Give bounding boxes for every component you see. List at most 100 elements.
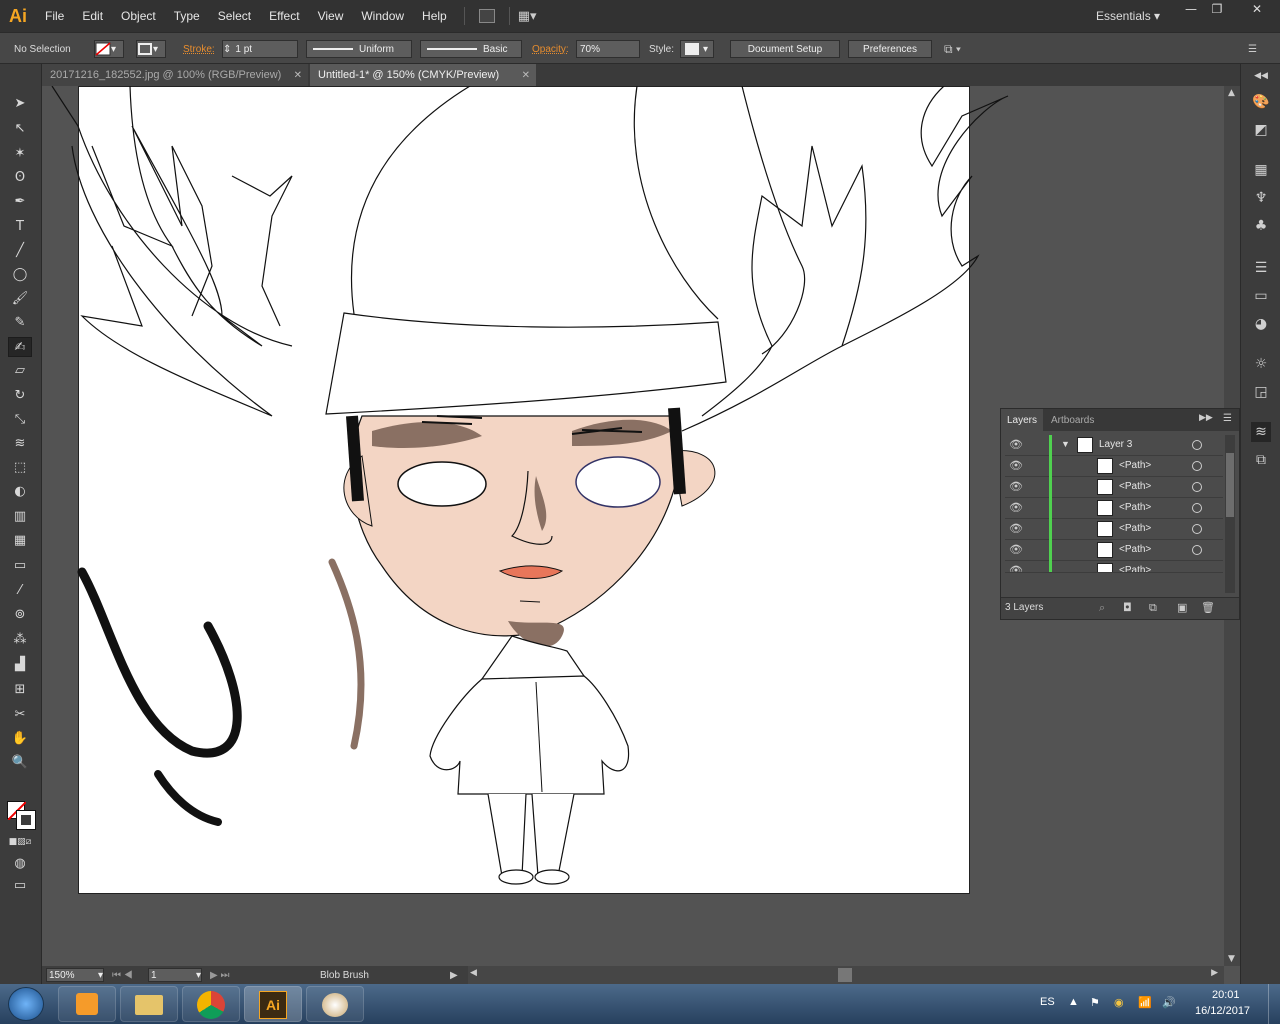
menu-type[interactable]: Type: [165, 9, 209, 23]
gradient-tool-icon[interactable]: ▭: [8, 556, 32, 576]
create-sublayer-icon[interactable]: ⧉: [1149, 601, 1157, 615]
tray-expand-icon[interactable]: ▲: [1068, 996, 1079, 1008]
scale-tool-icon[interactable]: ⤡: [8, 410, 32, 430]
brushes-icon[interactable]: ♆: [1251, 188, 1271, 208]
menu-effect[interactable]: Effect: [260, 9, 308, 23]
menu-file[interactable]: File: [36, 9, 73, 23]
brush-definition[interactable]: Basic: [420, 40, 522, 58]
locate-object-icon[interactable]: ⌕: [1099, 601, 1105, 615]
tray-volume-icon[interactable]: 🔊: [1162, 996, 1176, 1009]
horizontal-scrollbar[interactable]: ◀ ▶: [468, 966, 1224, 984]
blob-brush-tool-icon[interactable]: ✍: [8, 337, 32, 357]
perspective-grid-tool-icon[interactable]: ▥: [8, 507, 32, 527]
disclosure-triangle-icon[interactable]: ▼: [1061, 439, 1070, 449]
target-circle-icon[interactable]: [1192, 440, 1202, 450]
swatches-icon[interactable]: ▦: [1251, 160, 1271, 180]
rotate-tool-icon[interactable]: ↻: [8, 386, 32, 406]
symbol-sprayer-tool-icon[interactable]: ⁂: [8, 630, 32, 650]
eraser-tool-icon[interactable]: ▱: [8, 361, 32, 381]
line-tool-icon[interactable]: ╱: [8, 241, 32, 261]
document-setup-button[interactable]: Document Setup: [730, 40, 840, 58]
path-name[interactable]: <Path>: [1119, 460, 1151, 471]
path-name[interactable]: <Path>: [1119, 523, 1151, 534]
graphic-styles-icon[interactable]: ◲: [1251, 382, 1271, 402]
menu-select[interactable]: Select: [209, 9, 260, 23]
path-row[interactable]: 👁 <Path>: [1005, 456, 1223, 477]
create-new-layer-icon[interactable]: ▣: [1177, 601, 1187, 614]
stroke-swatch[interactable]: ▾: [136, 40, 166, 58]
path-row[interactable]: 👁 <Path>: [1005, 561, 1223, 573]
taskbar-illustrator-icon[interactable]: Ai: [244, 986, 302, 1022]
pen-tool-icon[interactable]: ✒: [8, 192, 32, 212]
clock-time[interactable]: 20:01: [1212, 989, 1240, 1001]
taskbar-paint-icon[interactable]: [306, 986, 364, 1022]
visibility-eye-icon[interactable]: 👁: [1007, 459, 1025, 473]
target-circle-icon[interactable]: [1192, 524, 1202, 534]
shape-builder-tool-icon[interactable]: ◐: [8, 482, 32, 502]
artboard-nav-prev-icon[interactable]: ⏮ ◀: [112, 968, 133, 982]
close-tab-icon[interactable]: ✕: [294, 70, 302, 81]
path-row[interactable]: 👁 <Path>: [1005, 540, 1223, 561]
blend-tool-icon[interactable]: ⊚: [8, 605, 32, 625]
panel-menu-icon[interactable]: ☰: [1248, 40, 1257, 58]
language-indicator[interactable]: ES: [1040, 996, 1055, 1008]
visibility-eye-icon[interactable]: 👁: [1007, 564, 1025, 572]
paintbrush-tool-icon[interactable]: 🖌: [8, 289, 32, 309]
start-button-icon[interactable]: [8, 987, 44, 1021]
menu-edit[interactable]: Edit: [73, 9, 112, 23]
target-circle-icon[interactable]: [1192, 482, 1202, 492]
target-circle-icon[interactable]: [1192, 461, 1202, 471]
scroll-left-icon[interactable]: ◀: [470, 968, 477, 978]
layers-scroll-thumb[interactable]: [1226, 453, 1234, 517]
opacity-label[interactable]: Opacity:: [532, 40, 569, 58]
symbols-icon[interactable]: ♣: [1251, 216, 1271, 236]
close-tab-icon[interactable]: ✕: [522, 70, 530, 81]
panel-menu-icon[interactable]: ☰: [1223, 413, 1232, 424]
show-desktop-button[interactable]: [1268, 984, 1280, 1024]
free-transform-tool-icon[interactable]: ⬚: [8, 458, 32, 478]
taskbar-media-player-icon[interactable]: [58, 986, 116, 1022]
color-guide-icon[interactable]: ◩: [1251, 120, 1271, 140]
stroke-label[interactable]: Stroke:: [183, 40, 215, 58]
path-name[interactable]: <Path>: [1119, 502, 1151, 513]
path-name[interactable]: <Path>: [1119, 544, 1151, 555]
menu-object[interactable]: Object: [112, 9, 165, 23]
magic-wand-tool-icon[interactable]: ✶: [8, 144, 32, 164]
hand-tool-icon[interactable]: ✋: [8, 729, 32, 749]
path-name[interactable]: <Path>: [1119, 565, 1151, 572]
target-circle-icon[interactable]: [1192, 503, 1202, 513]
menu-view[interactable]: View: [309, 9, 353, 23]
artboard-number-field[interactable]: 1 ▾: [148, 968, 202, 982]
tray-action-center-icon[interactable]: ⚑: [1090, 996, 1100, 1009]
opacity-field[interactable]: 70%: [576, 40, 640, 58]
path-row[interactable]: 👁 <Path>: [1005, 519, 1223, 540]
color-mode-icons[interactable]: ■▨⧄: [8, 832, 32, 852]
menu-help[interactable]: Help: [413, 9, 456, 23]
menu-window[interactable]: Window: [352, 9, 413, 23]
path-row[interactable]: 👁 <Path>: [1005, 477, 1223, 498]
graph-tool-icon[interactable]: ▟: [8, 655, 32, 675]
minimize-icon[interactable]: —: [1178, 2, 1204, 18]
restore-icon[interactable]: ❐: [1204, 2, 1230, 18]
isolation-icon[interactable]: ⧉ ▾: [944, 40, 961, 58]
selection-tool-icon[interactable]: ➤: [8, 94, 32, 114]
slice-tool-icon[interactable]: ✂: [8, 705, 32, 725]
current-tool-status[interactable]: Blob Brush: [320, 968, 369, 982]
visibility-eye-icon[interactable]: 👁: [1007, 522, 1025, 536]
bridge-icon[interactable]: [478, 9, 495, 23]
close-icon[interactable]: ✕: [1238, 2, 1276, 18]
artboard-tool-icon[interactable]: ⊞: [8, 680, 32, 700]
panel-expand-icon[interactable]: ▶▶: [1199, 413, 1213, 423]
appearance-icon[interactable]: ☼: [1251, 354, 1271, 374]
draw-mode-icon[interactable]: ◍: [8, 854, 32, 874]
scroll-down-icon[interactable]: ▼: [1228, 954, 1235, 964]
visibility-eye-icon[interactable]: 👁: [1007, 543, 1025, 557]
screen-mode-icon[interactable]: ▭: [8, 876, 32, 896]
visibility-eye-icon[interactable]: 👁: [1007, 438, 1025, 452]
preferences-button[interactable]: Preferences: [848, 40, 932, 58]
artboards-icon[interactable]: ⧉: [1251, 450, 1271, 470]
mesh-tool-icon[interactable]: ▦: [8, 531, 32, 551]
fill-swatch[interactable]: ▾: [94, 40, 124, 58]
artboard-nav-next-icon[interactable]: ▶ ⏭: [210, 968, 229, 982]
delete-layer-icon[interactable]: 🗑: [1201, 601, 1215, 614]
